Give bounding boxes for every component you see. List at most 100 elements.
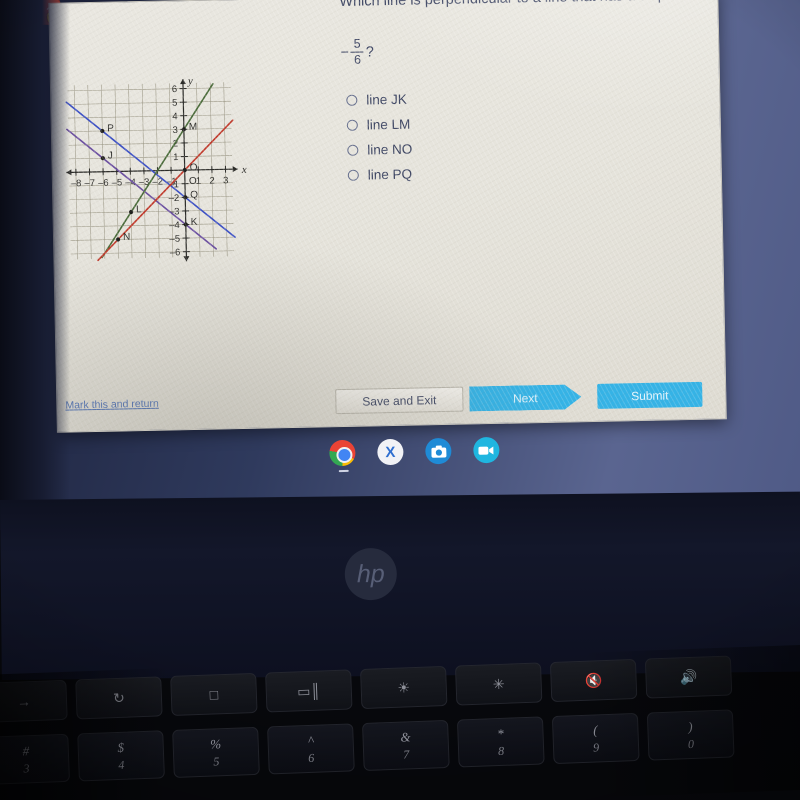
key-shifted-label: # xyxy=(22,742,30,758)
option-line-pq[interactable]: line PQ xyxy=(347,162,414,188)
fraction-sign: − xyxy=(340,44,349,61)
x-axis-arrow-neg xyxy=(66,169,72,176)
y-tick-label: 4 xyxy=(172,111,178,122)
y-tick-label: 3 xyxy=(172,125,178,136)
overview-key[interactable]: ▭║ xyxy=(265,669,353,713)
chrome-icon[interactable] xyxy=(329,439,356,473)
radio-icon[interactable] xyxy=(346,94,358,106)
option-line-jk[interactable]: line JK xyxy=(346,87,412,113)
x-tick-label: –6 xyxy=(98,178,109,189)
video-glyph xyxy=(478,445,494,455)
point-label: M xyxy=(189,122,198,133)
key-7[interactable]: & 7 xyxy=(362,719,450,772)
brightness-up-key[interactable]: ✳ xyxy=(454,662,543,706)
y-tick-label: –4 xyxy=(169,220,180,231)
y-tick-label: –2 xyxy=(169,193,180,204)
photo-of-laptop: 1 2 ☝ –8–7–6–5–4–3–2–1123–6–5–4–3–2–1123… xyxy=(0,0,800,800)
answer-options: line JK line LM line NO line PQ xyxy=(346,87,413,188)
x-tick-label: –5 xyxy=(112,177,123,188)
key-base-label: 5 xyxy=(213,753,220,769)
grid-line-h xyxy=(68,128,232,132)
key-shifted-label: ) xyxy=(687,718,693,734)
grid-line-h xyxy=(70,223,234,228)
x-axis-arrow xyxy=(232,166,238,173)
number-key-row: #3 $4% 5 ^ 6 & 7 * 8(9) 0 xyxy=(0,709,735,785)
key-shifted-label: ( xyxy=(592,721,598,738)
y-tick-label: –5 xyxy=(169,234,180,245)
y-axis-arrow-neg xyxy=(183,256,190,262)
key-shifted-label: $ xyxy=(117,739,125,755)
x-tick-label: 3 xyxy=(223,175,229,186)
question-tab-1[interactable]: 1 xyxy=(6,1,29,28)
key-shifted-label: * xyxy=(496,725,504,741)
x-app-icon[interactable]: X xyxy=(377,438,404,466)
submit-button[interactable]: Submit xyxy=(597,381,703,409)
grid-line-h xyxy=(70,236,234,241)
y-axis-arrow xyxy=(179,79,186,85)
key-base-label: 3 xyxy=(23,760,30,775)
chromeos-desktop: 1 2 ☝ –8–7–6–5–4–3–2–1123–6–5–4–3–2–1123… xyxy=(0,0,800,488)
key-0[interactable]: ) 0 xyxy=(646,709,735,761)
next-button[interactable]: Next xyxy=(469,384,581,411)
grid-line-h xyxy=(70,250,234,255)
key-base-label: 8 xyxy=(497,743,505,758)
y-tick-label: –6 xyxy=(170,247,181,258)
grid-line-h xyxy=(68,155,233,160)
coordinate-graph: –8 –7 –6 –5 –4 –3 –2 –1 1 2 3 –6 –5 –4 –3 –2 –1 1 2 3 4 5 6 Ox y… xyxy=(48,36,265,301)
y-axis-label: y xyxy=(187,75,193,87)
point-label: O xyxy=(190,162,198,173)
point-label: J xyxy=(108,150,113,161)
grid-line-h xyxy=(68,141,232,146)
x-tick-label: –8 xyxy=(71,178,82,189)
brightness-down-key[interactable]: ☀ xyxy=(360,665,448,710)
question-text: Which line is perpendicular to a line th… xyxy=(339,0,699,13)
fullscreen-key[interactable]: □ xyxy=(170,672,258,717)
save-and-exit-button[interactable]: Save and Exit xyxy=(335,386,464,415)
y-tick-label: 1 xyxy=(173,152,179,163)
key-base-label: 0 xyxy=(687,736,695,751)
graph-svg: –8 –7 –6 –5 –4 –3 –2 –1 1 2 3–6–5–4–3–2–1123456Oxy… xyxy=(65,75,247,262)
radio-icon[interactable] xyxy=(346,119,358,131)
grid-line-h xyxy=(69,209,234,214)
key-6[interactable]: ^ 6 xyxy=(267,723,355,775)
fraction-suffix: ? xyxy=(365,43,375,61)
fraction-stack: 5 6 xyxy=(350,36,365,68)
key-9[interactable]: (9 xyxy=(551,712,640,765)
grid-line-h xyxy=(68,114,232,119)
hp-logo: hp xyxy=(344,547,398,601)
key-3[interactable]: #3 xyxy=(0,733,70,785)
radio-icon[interactable] xyxy=(347,144,359,156)
option-line-no[interactable]: line NO xyxy=(347,137,413,163)
fraction-denominator: 6 xyxy=(353,52,362,67)
mark-this-and-return-link[interactable]: Mark this and return xyxy=(65,398,159,412)
key-4[interactable]: $4 xyxy=(77,730,165,782)
reload-key[interactable]: ↻ xyxy=(75,676,163,720)
key-base-label: 6 xyxy=(307,750,315,765)
mute-key[interactable]: 🔇 xyxy=(549,658,638,703)
point-label: L xyxy=(136,204,142,215)
radio-icon[interactable] xyxy=(347,169,359,181)
active-app-indicator xyxy=(338,469,349,473)
forward-key[interactable]: → xyxy=(0,679,68,723)
point-label: P xyxy=(107,123,114,134)
point-label: N xyxy=(123,232,130,243)
point-label: K xyxy=(191,217,198,228)
key-base-label: 9 xyxy=(592,739,600,755)
key-shifted-label: ^ xyxy=(307,732,314,748)
option-label: line JK xyxy=(366,91,407,108)
grid-line-h xyxy=(67,100,231,105)
option-label: line LM xyxy=(366,116,411,133)
x-axis-label: x xyxy=(241,164,247,176)
camera-glyph xyxy=(430,445,446,458)
volume-up-key[interactable]: 🔊 xyxy=(644,655,733,699)
x-tick-label: 2 xyxy=(209,176,215,187)
key-5[interactable]: % 5 xyxy=(172,726,260,778)
video-camera-icon[interactable] xyxy=(473,436,500,464)
camera-icon[interactable] xyxy=(425,437,452,465)
y-tick-label: 6 xyxy=(172,84,178,95)
option-line-lm[interactable]: line LM xyxy=(346,112,413,138)
fraction-numerator: 5 xyxy=(353,36,361,51)
origin-label: O xyxy=(189,176,197,187)
key-8[interactable]: * 8 xyxy=(456,716,545,768)
slope-fraction: − 5 6 ? xyxy=(340,37,374,67)
